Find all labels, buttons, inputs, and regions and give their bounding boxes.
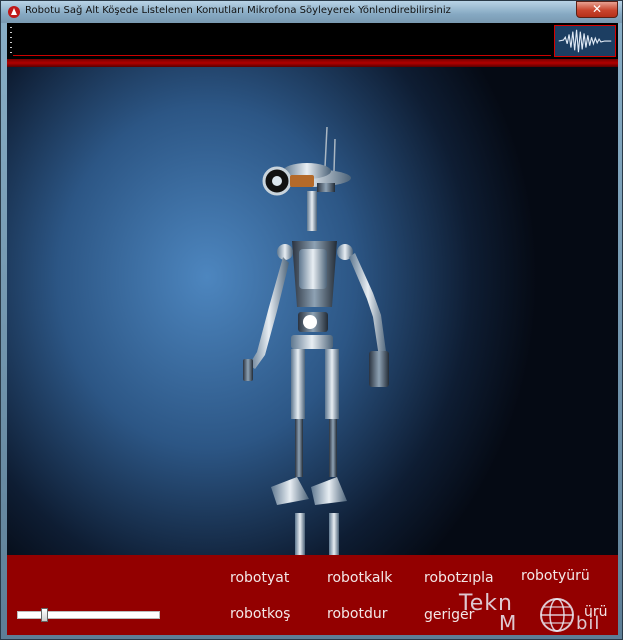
waveform-icon	[554, 25, 616, 57]
globe-icon	[540, 598, 574, 632]
command-robotkos[interactable]: robotkoş	[230, 606, 290, 622]
watermark-text-3: bil	[576, 613, 601, 634]
command-robotzipla[interactable]: robotzıpla	[424, 570, 494, 586]
volume-slider[interactable]	[17, 608, 160, 622]
robot-figure	[243, 126, 389, 555]
robot-scene	[7, 67, 618, 555]
close-button[interactable]: ✕	[576, 1, 618, 18]
client-area: robotyat robotkalk robotzıpla robotyürü …	[7, 23, 618, 635]
command-robotyuru[interactable]: robotyürü	[521, 568, 590, 584]
app-window: Robotu Sağ Alt Köşede Listelenen Komutla…	[0, 0, 623, 640]
title-bar[interactable]: Robotu Sağ Alt Köşede Listelenen Komutla…	[1, 1, 622, 23]
slider-thumb[interactable]	[41, 608, 48, 622]
watermark-logo: Tekn M bil	[459, 591, 609, 635]
meter-level-line	[13, 55, 551, 56]
audio-level-meter	[7, 23, 618, 59]
app-icon	[8, 6, 20, 18]
separator-bar	[7, 59, 618, 67]
meter-scale	[10, 27, 12, 53]
window-title: Robotu Sağ Alt Köşede Listelenen Komutla…	[25, 5, 451, 16]
command-robotyat[interactable]: robotyat	[230, 570, 289, 586]
command-panel: robotyat robotkalk robotzıpla robotyürü …	[7, 555, 618, 635]
command-robotdur[interactable]: robotdur	[327, 606, 387, 622]
slider-track[interactable]	[17, 611, 160, 619]
command-robotkalk[interactable]: robotkalk	[327, 570, 392, 586]
watermark-text-2: M	[499, 611, 518, 635]
